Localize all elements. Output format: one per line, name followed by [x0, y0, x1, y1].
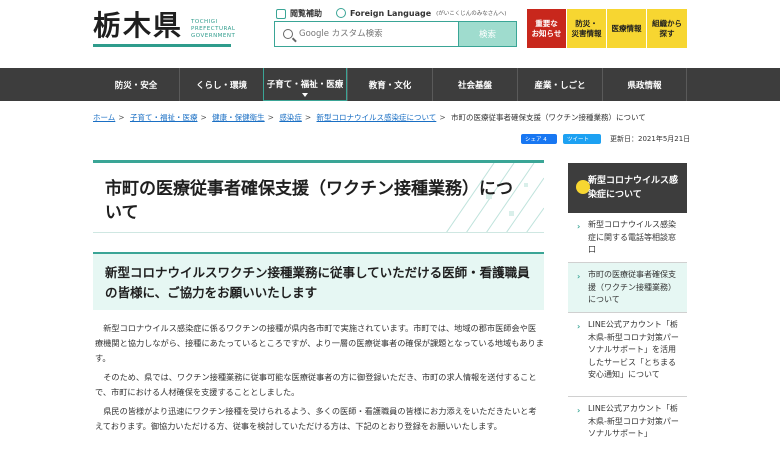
- sidebar-item-line-support[interactable]: › LINE公式アカウント「栃木県-新型コロナ対策パーソナルサポート」: [568, 397, 687, 451]
- breadcrumb-link-health[interactable]: 健康・保健衛生: [212, 113, 265, 122]
- body-paragraph: そのため、県では、ワクチン接種業務に従事可能な医療従事者の方に御登録いただき、市…: [95, 372, 537, 397]
- find-by-organization-button[interactable]: 組織から 探す: [647, 9, 687, 48]
- sidebar-item-label: LINE公式アカウント「栃木県-新型コロナ対策パーソナルサポート」: [588, 404, 679, 438]
- reading-assist-link[interactable]: 閲覧補助: [276, 8, 322, 19]
- foreign-language-sub: (がいこくじんのみなさんへ): [436, 11, 507, 17]
- body-paragraph: 県民の皆様がより迅速にワクチン接種を受けられるよう、多くの医師・看護職員の皆様に…: [95, 406, 537, 431]
- logo-kanji: 栃木県: [93, 9, 184, 42]
- sidebar-heading[interactable]: 新型コロナウイルス感染症について: [568, 163, 687, 213]
- breadcrumb-link-covid[interactable]: 新型コロナウイルス感染症について: [317, 113, 437, 122]
- globe-icon: [336, 8, 346, 18]
- global-nav: 防災・安全 くらし・環境 子育て・福祉・医療 教育・文化 社会基盤 産業・しごと…: [0, 68, 780, 101]
- body-paragraph: 新型コロナウイルス感染症に係るワクチンの接種が県内各市町で実施されています。市町…: [95, 323, 544, 363]
- facebook-share-button[interactable]: シェア 4: [521, 134, 557, 144]
- chevron-right-icon: ›: [577, 222, 581, 231]
- section-heading-box: 新型コロナウイルスワクチン接種業務に従事していただける医師・看護職員の皆様に、ご…: [93, 252, 544, 310]
- nav-item-prefectural-info[interactable]: 県政情報: [602, 68, 687, 101]
- foreign-language-label: Foreign Language: [350, 8, 432, 18]
- nav-item-label: 子育て・福祉・医療: [266, 80, 344, 90]
- sidebar-item-vaccine-staff[interactable]: › 市町の医療従事者確保支援（ワクチン接種業務）について: [568, 263, 687, 313]
- search-icon: [283, 29, 293, 39]
- caret-down-icon: [302, 93, 308, 97]
- search-input[interactable]: [299, 29, 429, 39]
- reading-assist-label: 閲覧補助: [290, 9, 322, 18]
- sidebar-item-label: LINE公式アカウント「栃木県-新型コロナ対策パーソナルサポート」を活用したサー…: [588, 320, 679, 379]
- nav-item-disaster-safety[interactable]: 防災・安全: [93, 68, 179, 101]
- sidebar-heading-label: 新型コロナウイルス感染症について: [588, 176, 679, 200]
- site-header: 栃木県 TOCHIGI PREFECTURAL GOVERNMENT 閲覧補助 …: [0, 0, 780, 68]
- chevron-right-icon: ›: [577, 406, 581, 415]
- updated-date: 更新日：2021年5月21日: [610, 135, 691, 143]
- section-heading: 新型コロナウイルスワクチン接種業務に従事していただける医師・看護職員の皆様に、ご…: [105, 265, 530, 300]
- logo-underline: [93, 44, 231, 47]
- chevron-right-icon: ›: [577, 272, 581, 281]
- nav-item-industry-work[interactable]: 産業・しごと: [517, 68, 602, 101]
- important-notice-button[interactable]: 重要な お知らせ: [527, 9, 566, 48]
- breadcrumb-link-infection[interactable]: 感染症: [279, 113, 302, 122]
- disaster-info-button[interactable]: 防災・ 災害情報: [567, 9, 606, 48]
- title-divider: [93, 232, 544, 233]
- sidebar-item-line-tochimaru[interactable]: › LINE公式アカウント「栃木県-新型コロナ対策パーソナルサポート」を活用した…: [568, 313, 687, 397]
- logo-english: TOCHIGI PREFECTURAL GOVERNMENT: [191, 19, 236, 39]
- sidebar-item-label: 市町の医療従事者確保支援（ワクチン接種業務）について: [588, 270, 676, 304]
- nav-item-childcare-welfare-medical[interactable]: 子育て・福祉・医療: [263, 68, 347, 101]
- page-title: 市町の医療従事者確保支援（ワクチン接種業務）について: [105, 179, 513, 223]
- foreign-language-link[interactable]: Foreign Language (がいこくじんのみなさんへ): [336, 8, 506, 18]
- breadcrumb-link-home[interactable]: ホーム: [93, 113, 115, 122]
- search-button[interactable]: 検索: [458, 22, 516, 46]
- breadcrumb-current: 市町の医療従事者確保支援（ワクチン接種業務）について: [451, 113, 646, 122]
- nav-item-education-culture[interactable]: 教育・文化: [347, 68, 432, 101]
- nav-item-infrastructure[interactable]: 社会基盤: [432, 68, 517, 101]
- medical-info-button[interactable]: 医療情報: [607, 9, 646, 48]
- breadcrumb-link-childcare[interactable]: 子育て・福祉・医療: [130, 113, 198, 122]
- site-search: 検索: [274, 21, 517, 47]
- breadcrumb: ホーム > 子育て・福祉・医療 > 健康・保健衛生 > 感染症 > 新型コロナウイルス感…: [93, 113, 646, 122]
- search-field-wrap: [275, 22, 458, 46]
- sidebar-item-phone-consultation[interactable]: › 新型コロナウイルス感染症に関する電話等相談窓口: [568, 213, 687, 263]
- book-icon: [276, 8, 286, 19]
- page-title-box: 市町の医療従事者確保支援（ワクチン接種業務）について: [93, 160, 544, 233]
- sidebar-item-label: 新型コロナウイルス感染症に関する電話等相談窓口: [588, 220, 676, 254]
- chevron-right-icon: ›: [577, 322, 581, 331]
- nav-item-living-environment[interactable]: くらし・環境: [179, 68, 263, 101]
- twitter-tweet-button[interactable]: ツイート: [563, 134, 601, 144]
- site-logo[interactable]: 栃木県 TOCHIGI PREFECTURAL GOVERNMENT: [93, 10, 235, 42]
